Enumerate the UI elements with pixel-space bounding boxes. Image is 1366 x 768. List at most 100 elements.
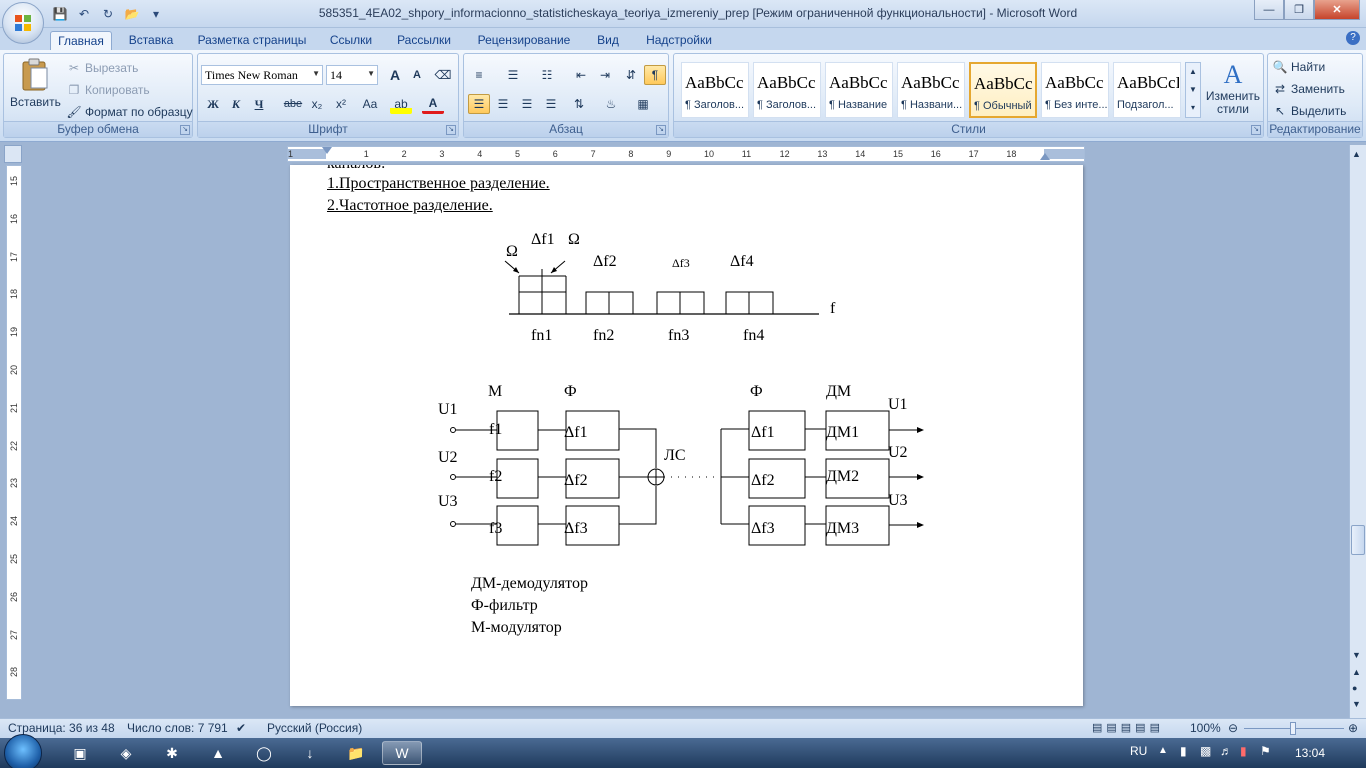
tab-view[interactable]: Вид	[588, 31, 628, 50]
clipboard-launcher-icon[interactable]: ↘	[180, 125, 190, 135]
tab-mailings[interactable]: Рассылки	[390, 31, 458, 50]
view-buttons[interactable]: ▤▤▤▤▤	[1092, 721, 1164, 734]
numbering-icon[interactable]: ☰	[502, 65, 524, 85]
style-normal[interactable]: AaBbCc ¶ Обычный	[969, 62, 1037, 118]
volume-icon[interactable]: ♬	[1220, 744, 1232, 758]
tab-page-layout[interactable]: Разметка страницы	[192, 31, 312, 50]
spellcheck-icon[interactable]: ✔	[236, 721, 246, 735]
tab-home[interactable]: Главная	[50, 31, 112, 50]
multilevel-list-icon[interactable]: ☷	[536, 65, 558, 85]
sort-icon[interactable]: ⇵	[620, 65, 642, 85]
clock[interactable]: 13:04	[1295, 746, 1325, 760]
network-app-icon[interactable]: ◈	[106, 741, 146, 765]
start-button[interactable]	[4, 734, 42, 768]
input-language[interactable]: RU	[1130, 744, 1147, 758]
chevron-down-icon[interactable]: ▼	[1352, 650, 1361, 660]
chrome-icon[interactable]: ◯	[244, 741, 284, 765]
next-page-icon[interactable]: ▼	[1352, 699, 1361, 709]
highlight-button[interactable]: ab	[390, 94, 412, 114]
replace-button[interactable]: ⇄ Заменить	[1272, 81, 1345, 97]
tab-addins[interactable]: Надстройки	[638, 31, 720, 50]
change-styles-button[interactable]: A Изменить стили	[1204, 60, 1262, 122]
font-size-select[interactable]: 14 ▼	[326, 65, 378, 85]
underline-button[interactable]: Ч	[248, 94, 270, 114]
page-count[interactable]: Страница: 36 из 48	[8, 721, 115, 735]
increase-indent-icon[interactable]: ⇥	[594, 65, 616, 85]
help-icon[interactable]: ?	[1346, 31, 1360, 45]
zoom-slider-thumb[interactable]	[1290, 722, 1296, 735]
network-icon[interactable]: ▩	[1200, 744, 1211, 758]
decrease-indent-icon[interactable]: ⇤	[570, 65, 592, 85]
font-launcher-icon[interactable]: ↘	[446, 125, 456, 135]
previous-page-icon[interactable]: ▲	[1352, 667, 1361, 677]
align-left-icon[interactable]: ☰	[468, 94, 490, 114]
style-heading2[interactable]: AaBbCc ¶ Заголов...	[753, 62, 821, 118]
shrink-font-button[interactable]: A	[406, 65, 428, 85]
signal-icon[interactable]: ▮	[1180, 744, 1187, 758]
style-subtitle[interactable]: AaBbCcI Подзагол...	[1113, 62, 1181, 118]
right-indent-marker[interactable]	[1040, 153, 1050, 160]
grow-font-button[interactable]: A	[384, 65, 406, 85]
maximize-button[interactable]: ❐	[1284, 0, 1314, 20]
zoom-out-icon[interactable]: ⊖	[1228, 721, 1238, 735]
scrollbar-thumb[interactable]	[1351, 525, 1365, 555]
office-button[interactable]	[2, 2, 44, 44]
italic-button[interactable]: К	[225, 94, 247, 114]
language-indicator[interactable]: Русский (Россия)	[267, 721, 362, 735]
zoom-level[interactable]: 100%	[1190, 721, 1221, 735]
zoom-in-icon[interactable]: ⊕	[1348, 721, 1358, 735]
style-title[interactable]: AaBbCc ¶ Название	[825, 62, 893, 118]
styles-scroll[interactable]: ▲ ▼ ▾	[1185, 62, 1201, 118]
align-center-icon[interactable]: ☰	[492, 94, 514, 114]
subscript-button[interactable]: x₂	[306, 94, 328, 114]
vertical-scrollbar[interactable]: ▲ ▼ ▲ ● ▼	[1349, 145, 1366, 718]
change-case-button[interactable]: Aa	[356, 94, 384, 114]
aimp-icon[interactable]: ▲	[198, 741, 238, 765]
explorer-icon[interactable]: 📁	[336, 741, 376, 765]
media-player-icon[interactable]: ▣	[60, 741, 100, 765]
vertical-ruler[interactable]: 15 16 17 18 19 20 21 22 23 24 25 26 27 28	[6, 165, 22, 700]
tab-references[interactable]: Ссылки	[322, 31, 380, 50]
style-caption[interactable]: AaBbCc ¶ Названи...	[897, 62, 965, 118]
bluetooth-icon[interactable]: ✱	[152, 741, 192, 765]
format-painter-button[interactable]: 🖌 Формат по образцу	[66, 104, 192, 120]
paragraph-launcher-icon[interactable]: ↘	[656, 125, 666, 135]
tab-review[interactable]: Рецензирование	[470, 31, 578, 50]
font-name-select[interactable]: Times New Roman ▼	[201, 65, 323, 85]
superscript-button[interactable]: x²	[330, 94, 352, 114]
first-line-indent-marker[interactable]	[322, 147, 332, 154]
tab-insert[interactable]: Вставка	[120, 31, 182, 50]
cut-button[interactable]: ✂ Вырезать	[66, 60, 138, 76]
flag-icon[interactable]: ⚑	[1260, 744, 1271, 758]
minimize-button[interactable]: —	[1254, 0, 1284, 20]
select-button[interactable]: ↖ Выделить	[1272, 103, 1346, 119]
clear-format-icon[interactable]: ⌫	[432, 65, 454, 85]
find-button[interactable]: 🔍 Найти	[1272, 59, 1326, 75]
show-marks-icon[interactable]: ¶	[644, 65, 666, 85]
tray-expand-icon[interactable]: ▲	[1158, 745, 1168, 756]
justify-icon[interactable]: ☰	[540, 94, 562, 114]
document-page[interactable]: каналов: 1.Пространственное разделение. …	[290, 165, 1083, 706]
bullets-icon[interactable]: ≡	[468, 65, 490, 85]
bold-button[interactable]: Ж	[202, 94, 224, 114]
copy-button[interactable]: ❐ Копировать	[66, 82, 150, 98]
style-no-spacing[interactable]: AaBbCc ¶ Без инте...	[1041, 62, 1109, 118]
ruler-toggle-button[interactable]	[4, 145, 22, 163]
style-heading1[interactable]: AaBbCc ¶ Заголов...	[681, 62, 749, 118]
browse-object-icon[interactable]: ●	[1352, 683, 1357, 693]
line-spacing-icon[interactable]: ⇅	[568, 94, 590, 114]
battery-icon[interactable]: ▮	[1240, 744, 1247, 758]
borders-icon[interactable]: ▦	[632, 94, 654, 114]
align-right-icon[interactable]: ☰	[516, 94, 538, 114]
downloader-icon[interactable]: ↓	[290, 741, 330, 765]
strikethrough-button[interactable]: abe	[282, 94, 304, 114]
shading-icon[interactable]: ♨	[600, 94, 622, 114]
horizontal-ruler[interactable]: 1 1 2 3 4 5 6 7 8 9 10 11 12 13 14 15 16 17 18	[287, 146, 1085, 162]
paste-button[interactable]: Вставить	[10, 58, 61, 120]
word-count[interactable]: Число слов: 7 791	[127, 721, 228, 735]
font-color-button[interactable]: A	[422, 94, 444, 114]
chevron-up-icon[interactable]: ▲	[1352, 149, 1361, 159]
close-button[interactable]: ✕	[1314, 0, 1360, 20]
styles-launcher-icon[interactable]: ↘	[1251, 125, 1261, 135]
word-taskbar-icon[interactable]: W	[382, 741, 422, 765]
